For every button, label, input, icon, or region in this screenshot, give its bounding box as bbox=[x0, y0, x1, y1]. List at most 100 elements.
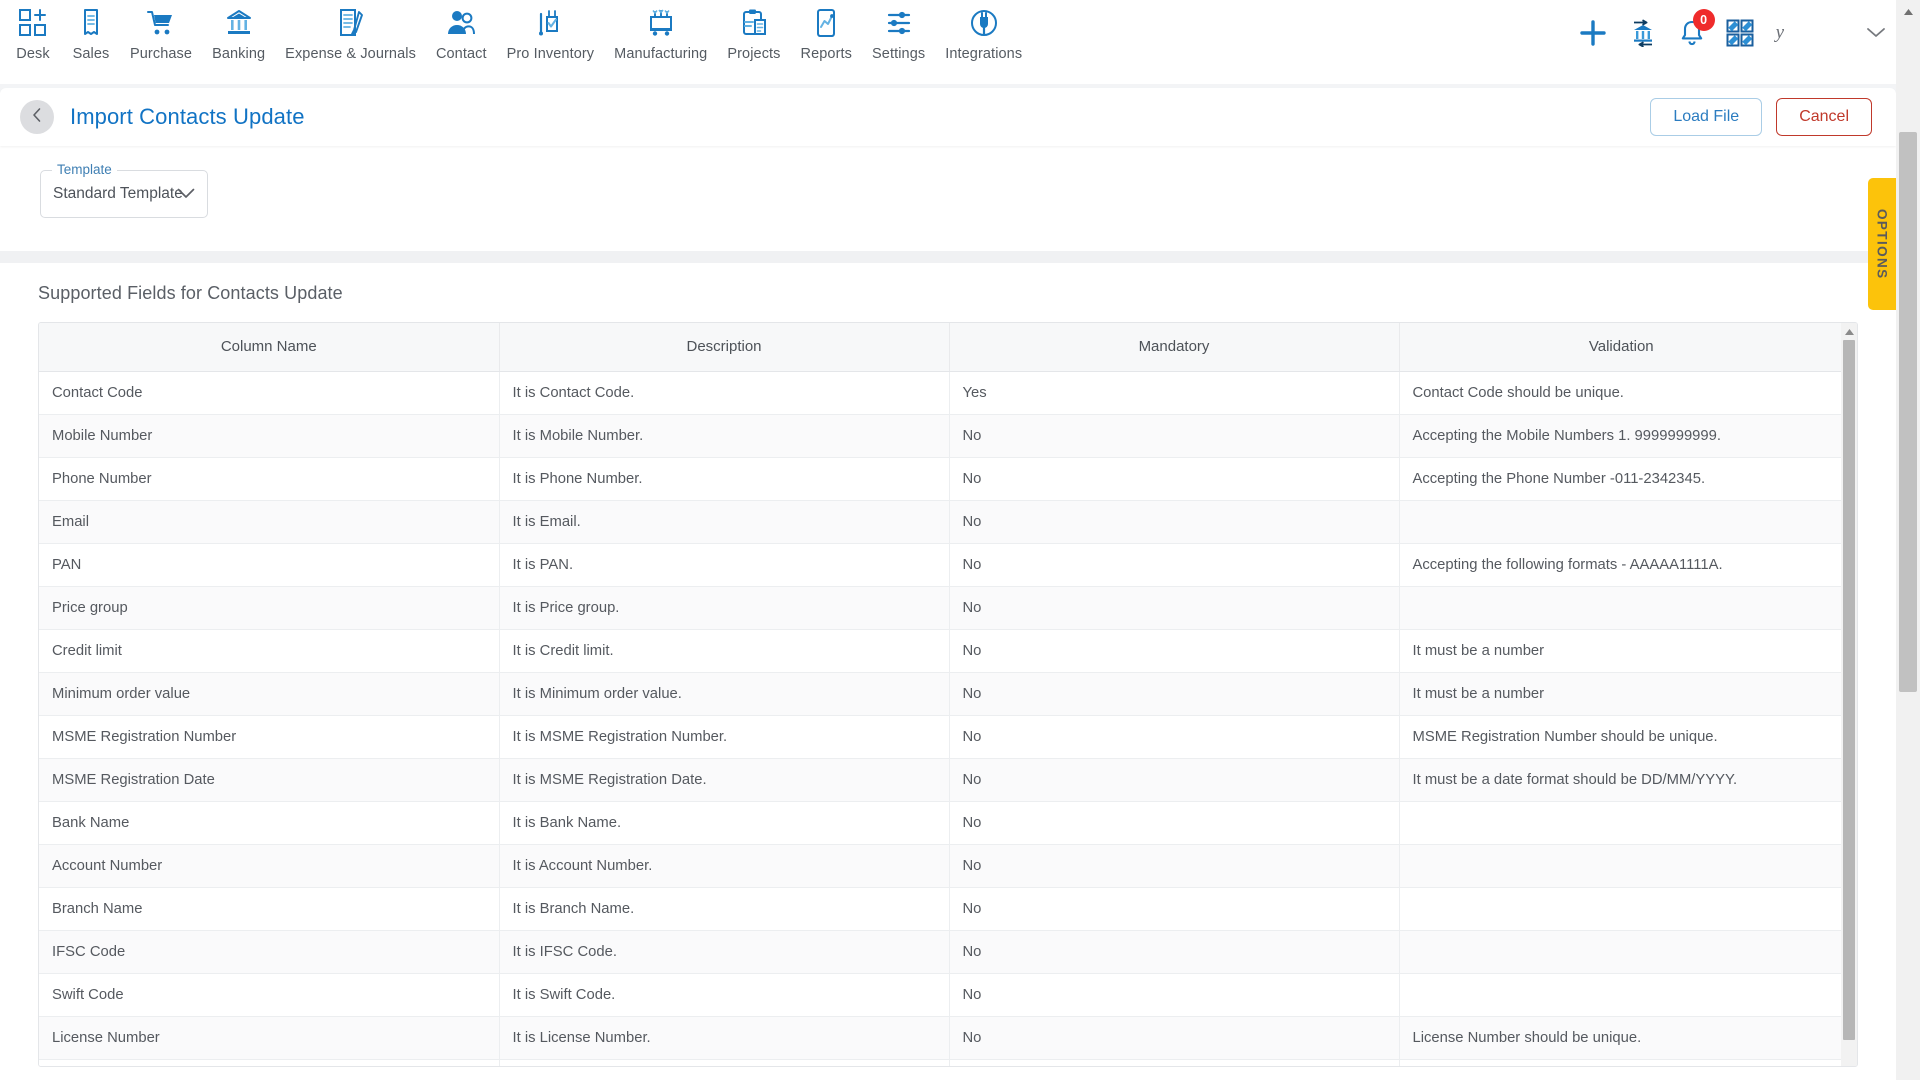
nav-item-label: Settings bbox=[872, 46, 926, 62]
table-cell: It is MSME Registration Date. bbox=[499, 758, 950, 802]
nav-item-settings[interactable]: Settings bbox=[862, 6, 935, 62]
table-cell: It is Credit limit. bbox=[499, 629, 950, 673]
app-root: Desk Sales Purchase Banking Expense & Jo… bbox=[0, 0, 1920, 1080]
table-cell: It is License Expiry Date. bbox=[499, 1059, 950, 1066]
page-header-bar: Import Contacts Update Load File Cancel bbox=[0, 88, 1896, 146]
table-header: Column Name Description Mandatory Validatio… bbox=[39, 323, 1843, 372]
nav-item-purchase[interactable]: Purchase bbox=[120, 6, 202, 62]
page-scrollbar[interactable] bbox=[1896, 0, 1920, 1080]
table-row[interactable]: Contact Code It is Contact Code. Yes Contac… bbox=[39, 371, 1843, 415]
table-cell: PAN bbox=[39, 543, 500, 587]
table-cell bbox=[1399, 500, 1843, 544]
table-row[interactable]: Bank Name It is Bank Name. No bbox=[39, 801, 1843, 845]
grid-apps-icon[interactable] bbox=[1726, 19, 1754, 47]
table-column-header: Validation bbox=[1399, 323, 1843, 372]
table-row[interactable]: Mobile Number It is Mobile Number. No Accep… bbox=[39, 414, 1843, 458]
nav-item-integrations[interactable]: Integrations bbox=[935, 6, 1032, 62]
table-cell: It is Branch Name. bbox=[499, 887, 950, 931]
nav-item-manufacturing[interactable]: Manufacturing bbox=[604, 6, 717, 62]
table-row[interactable]: Phone Number It is Phone Number. No Accepti… bbox=[39, 457, 1843, 501]
table-cell: Accepting the Mobile Numbers 1. 99999999… bbox=[1399, 414, 1843, 458]
table-row[interactable]: MSME Registration Date It is MSME Registr… bbox=[39, 758, 1843, 802]
header-actions: Load File Cancel bbox=[1650, 98, 1872, 136]
bell-icon[interactable]: 0 bbox=[1678, 9, 1715, 48]
table-row[interactable]: MSME Registration Number It is MSME Regis… bbox=[39, 715, 1843, 759]
table-cell bbox=[1399, 887, 1843, 931]
nav-item-sales[interactable]: Sales bbox=[62, 6, 120, 62]
nav-item-list: Desk Sales Purchase Banking Expense & Jo… bbox=[4, 0, 1032, 62]
table-scrollbar-thumb[interactable] bbox=[1843, 340, 1855, 1040]
page-scrollbar-thumb[interactable] bbox=[1899, 132, 1917, 692]
template-select[interactable]: Template Standard Template bbox=[40, 162, 208, 218]
page-scroll-up-arrow-icon[interactable] bbox=[1896, 0, 1920, 24]
table-cell: It must be a number bbox=[1399, 629, 1843, 673]
table-cell: It is Mobile Number. bbox=[499, 414, 950, 458]
table-cell: Phone Number bbox=[39, 457, 500, 501]
table-cell: It is License Number. bbox=[499, 1016, 950, 1060]
section-divider bbox=[0, 251, 1896, 263]
table-row[interactable]: License Number It is License Number. No Lic… bbox=[39, 1016, 1843, 1060]
pro-inventory-icon bbox=[535, 6, 565, 40]
user-initial[interactable]: y bbox=[1774, 22, 1786, 44]
nav-item-contact[interactable]: Contact bbox=[426, 6, 497, 62]
table-cell: No bbox=[949, 930, 1400, 974]
table-cell: It is Email. bbox=[499, 500, 950, 544]
table-row[interactable]: Price group It is Price group. No bbox=[39, 586, 1843, 630]
table-cell: License Expiry Date bbox=[39, 1059, 500, 1066]
desk-grid-plus-icon bbox=[18, 6, 48, 40]
nav-item-label: Sales bbox=[72, 46, 110, 62]
table-cell: No bbox=[949, 801, 1400, 845]
table-row[interactable]: Branch Name It is Branch Name. No bbox=[39, 887, 1843, 931]
nav-item-label: Purchase bbox=[130, 46, 193, 62]
template-select-value: Standard Template bbox=[53, 185, 183, 202]
chevron-left-icon bbox=[30, 107, 44, 128]
chevron-down-icon[interactable] bbox=[1866, 26, 1886, 40]
cancel-button[interactable]: Cancel bbox=[1776, 98, 1872, 136]
scroll-up-arrow-icon[interactable] bbox=[1841, 323, 1857, 340]
nav-item-label: Expense & Journals bbox=[285, 46, 416, 62]
banking-bank-icon bbox=[224, 6, 254, 40]
bank-transfer-icon[interactable] bbox=[1628, 19, 1658, 47]
table-row[interactable]: IFSC Code It is IFSC Code. No bbox=[39, 930, 1843, 974]
supported-fields-table-container: Column Name Description Mandatory Validatio… bbox=[38, 322, 1858, 1067]
table-cell: Mobile Number bbox=[39, 414, 500, 458]
top-navigation-bar: Desk Sales Purchase Banking Expense & Jo… bbox=[0, 0, 1896, 84]
nav-item-label: Pro Inventory bbox=[506, 46, 595, 62]
table-row[interactable]: License Expiry DateIt is License Expiry … bbox=[39, 1059, 1843, 1066]
table-cell: Accepting the Phone Number -011-2342345. bbox=[1399, 457, 1843, 501]
table-cell: No bbox=[949, 715, 1400, 759]
table-cell: No bbox=[949, 500, 1400, 544]
nav-item-projects[interactable]: Projects bbox=[717, 6, 790, 62]
table-row[interactable]: Credit limit It is Credit limit. No It must… bbox=[39, 629, 1843, 673]
table-column-header: Mandatory bbox=[949, 323, 1400, 372]
table-row[interactable]: Swift Code It is Swift Code. No bbox=[39, 973, 1843, 1017]
table-column-header: Column Name bbox=[39, 323, 500, 372]
table-cell: Price group bbox=[39, 586, 500, 630]
nav-item-expense-journals[interactable]: Expense & Journals bbox=[275, 6, 426, 62]
options-side-tab[interactable]: OPTIONS bbox=[1868, 178, 1896, 310]
table-scrollbar[interactable] bbox=[1841, 323, 1857, 1066]
table-column-header: Description bbox=[499, 323, 950, 372]
load-file-button[interactable]: Load File bbox=[1650, 98, 1763, 136]
nav-item-label: Integrations bbox=[945, 46, 1023, 62]
table-cell: No bbox=[949, 672, 1400, 716]
back-button[interactable] bbox=[20, 100, 54, 134]
nav-right-actions: 0 y bbox=[1578, 9, 1886, 48]
table-cell: Branch Name bbox=[39, 887, 500, 931]
table-cell: It is Account Number. bbox=[499, 844, 950, 888]
table-row[interactable]: Minimum order value It is Minimum order v… bbox=[39, 672, 1843, 716]
nav-item-desk[interactable]: Desk bbox=[4, 6, 62, 62]
nav-item-reports[interactable]: Reports bbox=[791, 6, 862, 62]
table-cell: Contact Code bbox=[39, 371, 500, 415]
table-row[interactable]: PAN It is PAN. No Accepting the following f… bbox=[39, 543, 1843, 587]
table-row[interactable]: Account Number It is Account Number. No bbox=[39, 844, 1843, 888]
nav-item-pro-inventory[interactable]: Pro Inventory bbox=[497, 6, 605, 62]
nav-item-banking[interactable]: Banking bbox=[202, 6, 275, 62]
plus-icon[interactable] bbox=[1578, 18, 1608, 48]
table-cell: It is Price group. bbox=[499, 586, 950, 630]
table-cell: It is Phone Number. bbox=[499, 457, 950, 501]
table-cell: It is MSME Registration Number. bbox=[499, 715, 950, 759]
table-cell: No bbox=[949, 1016, 1400, 1060]
table-row[interactable]: Email It is Email. No bbox=[39, 500, 1843, 544]
panel-title: Supported Fields for Contacts Update bbox=[38, 283, 343, 303]
